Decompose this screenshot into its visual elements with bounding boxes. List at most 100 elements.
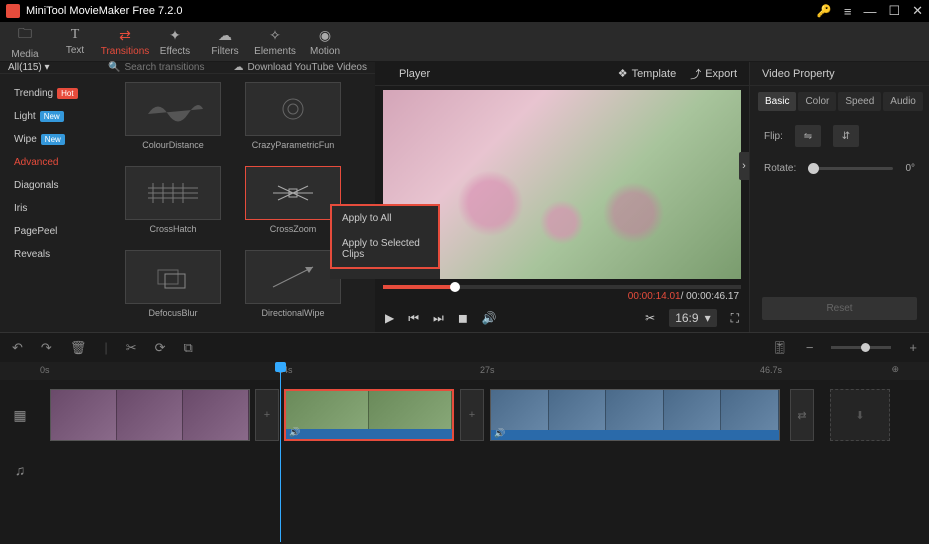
sidebar: TrendingHot LightNew WipeNew Advanced Di…	[0, 74, 110, 336]
export-button[interactable]: ⤴Export	[690, 66, 737, 82]
sidebar-item-diagonals[interactable]: Diagonals	[0, 174, 110, 197]
clip-3[interactable]: 🔊	[490, 389, 780, 441]
delete-button[interactable]: 🗑	[70, 340, 87, 356]
current-time: 00:00:14.01	[628, 291, 681, 302]
timeline: 0s 14s 27s 46.7s ⊕ ▦ ♫ + 🔊 + 🔊 ⇄ ⬇	[0, 362, 929, 542]
prev-frame-button[interactable]: ⏮	[408, 311, 419, 326]
flip-label: Flip:	[764, 131, 783, 142]
transition-crazyparametricfun[interactable]: CrazyParametricFun	[238, 82, 348, 160]
transition-crosshatch[interactable]: CrossHatch	[118, 166, 228, 244]
flip-horizontal-button[interactable]: ⇋	[795, 125, 821, 147]
elements-icon: ✧	[269, 27, 281, 44]
sidebar-item-trending[interactable]: TrendingHot	[0, 82, 110, 105]
zoom-in-button[interactable]: +	[909, 340, 917, 355]
undo-button[interactable]: ↶	[12, 340, 23, 356]
split-button[interactable]: ✂	[126, 340, 137, 356]
tab-elements[interactable]: ✧Elements	[250, 22, 300, 61]
transition-defocusblur[interactable]: DefocusBlur	[118, 250, 228, 328]
context-menu: Apply to All Apply to Selected Clips	[330, 204, 440, 269]
prop-tab-basic[interactable]: Basic	[758, 92, 796, 111]
clip-1[interactable]	[50, 389, 250, 441]
search-input[interactable]: 🔍Search transitions	[108, 62, 233, 73]
maximize-icon[interactable]: ☐	[888, 3, 900, 19]
transition-slot-1[interactable]: +	[255, 389, 279, 441]
key-icon[interactable]: 🔑	[817, 4, 832, 18]
next-frame-button[interactable]: ⏭	[433, 311, 444, 326]
speed-button[interactable]: ⟳	[155, 340, 166, 356]
prop-tab-color[interactable]: Color	[798, 92, 836, 111]
prop-tab-audio[interactable]: Audio	[883, 92, 923, 111]
player-title: Player	[387, 68, 618, 80]
fullscreen-button[interactable]: ⛶	[731, 311, 739, 326]
transition-slot-3[interactable]: ⇄	[790, 389, 814, 441]
transition-colourdistance[interactable]: ColourDistance	[118, 82, 228, 160]
tab-effects[interactable]: ✦Effects	[150, 22, 200, 61]
add-track-button[interactable]: ⊕	[891, 364, 899, 375]
rotate-slider[interactable]	[808, 167, 893, 170]
sidebar-item-pagepeel[interactable]: PagePeel	[0, 220, 110, 243]
prop-tab-speed[interactable]: Speed	[838, 92, 881, 111]
tab-media[interactable]: 🗀Media	[0, 22, 50, 61]
sidebar-item-advanced[interactable]: Advanced	[0, 151, 110, 174]
redo-button[interactable]: ↷	[41, 340, 52, 356]
transition-slot-2[interactable]: +	[460, 389, 484, 441]
transitions-icon: ⇄	[119, 27, 131, 44]
download-youtube-button[interactable]: ☁Download YouTube Videos	[233, 62, 367, 73]
filters-icon: ☁	[218, 27, 232, 44]
text-icon: T	[71, 27, 80, 43]
flip-vertical-button[interactable]: ⇵	[833, 125, 859, 147]
speaker-icon: 🔊	[494, 428, 505, 439]
stop-button[interactable]: ◼	[458, 311, 468, 325]
progress-bar[interactable]	[383, 285, 741, 289]
tab-text[interactable]: TText	[50, 22, 100, 61]
menu-icon[interactable]: ≡	[844, 4, 852, 19]
timeline-audio-icon[interactable]: 🎚	[771, 340, 788, 356]
play-button[interactable]: ▶	[385, 311, 394, 325]
total-time: / 00:00:46.17	[681, 291, 739, 302]
motion-icon: ◉	[319, 27, 331, 44]
audio-track[interactable]	[40, 450, 929, 490]
video-track[interactable]: + 🔊 + 🔊 ⇄ ⬇	[40, 380, 929, 450]
audio-track-icon: ♫	[0, 450, 40, 490]
drop-clip-slot[interactable]: ⬇	[830, 389, 890, 441]
video-track-icon: ▦	[0, 380, 40, 450]
template-button[interactable]: ❖Template	[618, 67, 677, 80]
scissors-icon[interactable]: ✂	[645, 311, 655, 325]
context-apply-selected[interactable]: Apply to Selected Clips	[332, 231, 438, 267]
tab-motion[interactable]: ◉Motion	[300, 22, 350, 61]
speaker-icon: 🔊	[289, 427, 300, 438]
new-badge: New	[41, 134, 65, 145]
sidebar-item-wipe[interactable]: WipeNew	[0, 128, 110, 151]
app-logo	[6, 4, 20, 18]
sidebar-item-light[interactable]: LightNew	[0, 105, 110, 128]
template-icon: ❖	[618, 67, 628, 80]
rotate-label: Rotate:	[764, 163, 796, 174]
tab-transitions[interactable]: ⇄Transitions	[100, 22, 150, 61]
toolbar: 🗀Media TText ⇄Transitions ✦Effects ☁Filt…	[0, 22, 929, 62]
folder-icon: 🗀	[18, 23, 32, 47]
aspect-ratio-dropdown[interactable]: 16:9▾	[669, 309, 716, 327]
playhead[interactable]	[280, 362, 281, 542]
timeline-ruler[interactable]: 0s 14s 27s 46.7s ⊕	[0, 362, 929, 380]
category-dropdown[interactable]: All(115) ▾	[8, 62, 108, 73]
tab-filters[interactable]: ☁Filters	[200, 22, 250, 61]
properties-title: Video Property	[750, 62, 929, 86]
context-apply-all[interactable]: Apply to All	[332, 206, 438, 231]
titlebar: MiniTool MovieMaker Free 7.2.0 🔑 ≡ — ☐ ✕	[0, 0, 929, 22]
close-icon[interactable]: ✕	[912, 3, 923, 19]
zoom-slider[interactable]	[831, 346, 891, 349]
export-icon: ⤴	[690, 66, 701, 82]
collapse-props-handle[interactable]: ›	[739, 152, 749, 180]
minimize-icon[interactable]: —	[863, 4, 876, 19]
effects-icon: ✦	[169, 27, 181, 44]
volume-button[interactable]: 🔊	[482, 311, 497, 325]
reset-button[interactable]: Reset	[762, 297, 917, 320]
crop-button[interactable]: ⧉	[184, 340, 193, 356]
properties-panel: Video Property Basic Color Speed Audio F…	[749, 62, 929, 332]
progress-handle[interactable]	[450, 282, 460, 292]
sidebar-item-reveals[interactable]: Reveals	[0, 243, 110, 266]
rotate-value: 0°	[905, 163, 915, 174]
sidebar-item-iris[interactable]: Iris	[0, 197, 110, 220]
zoom-out-button[interactable]: −	[806, 340, 814, 355]
clip-2[interactable]: 🔊	[284, 389, 454, 441]
